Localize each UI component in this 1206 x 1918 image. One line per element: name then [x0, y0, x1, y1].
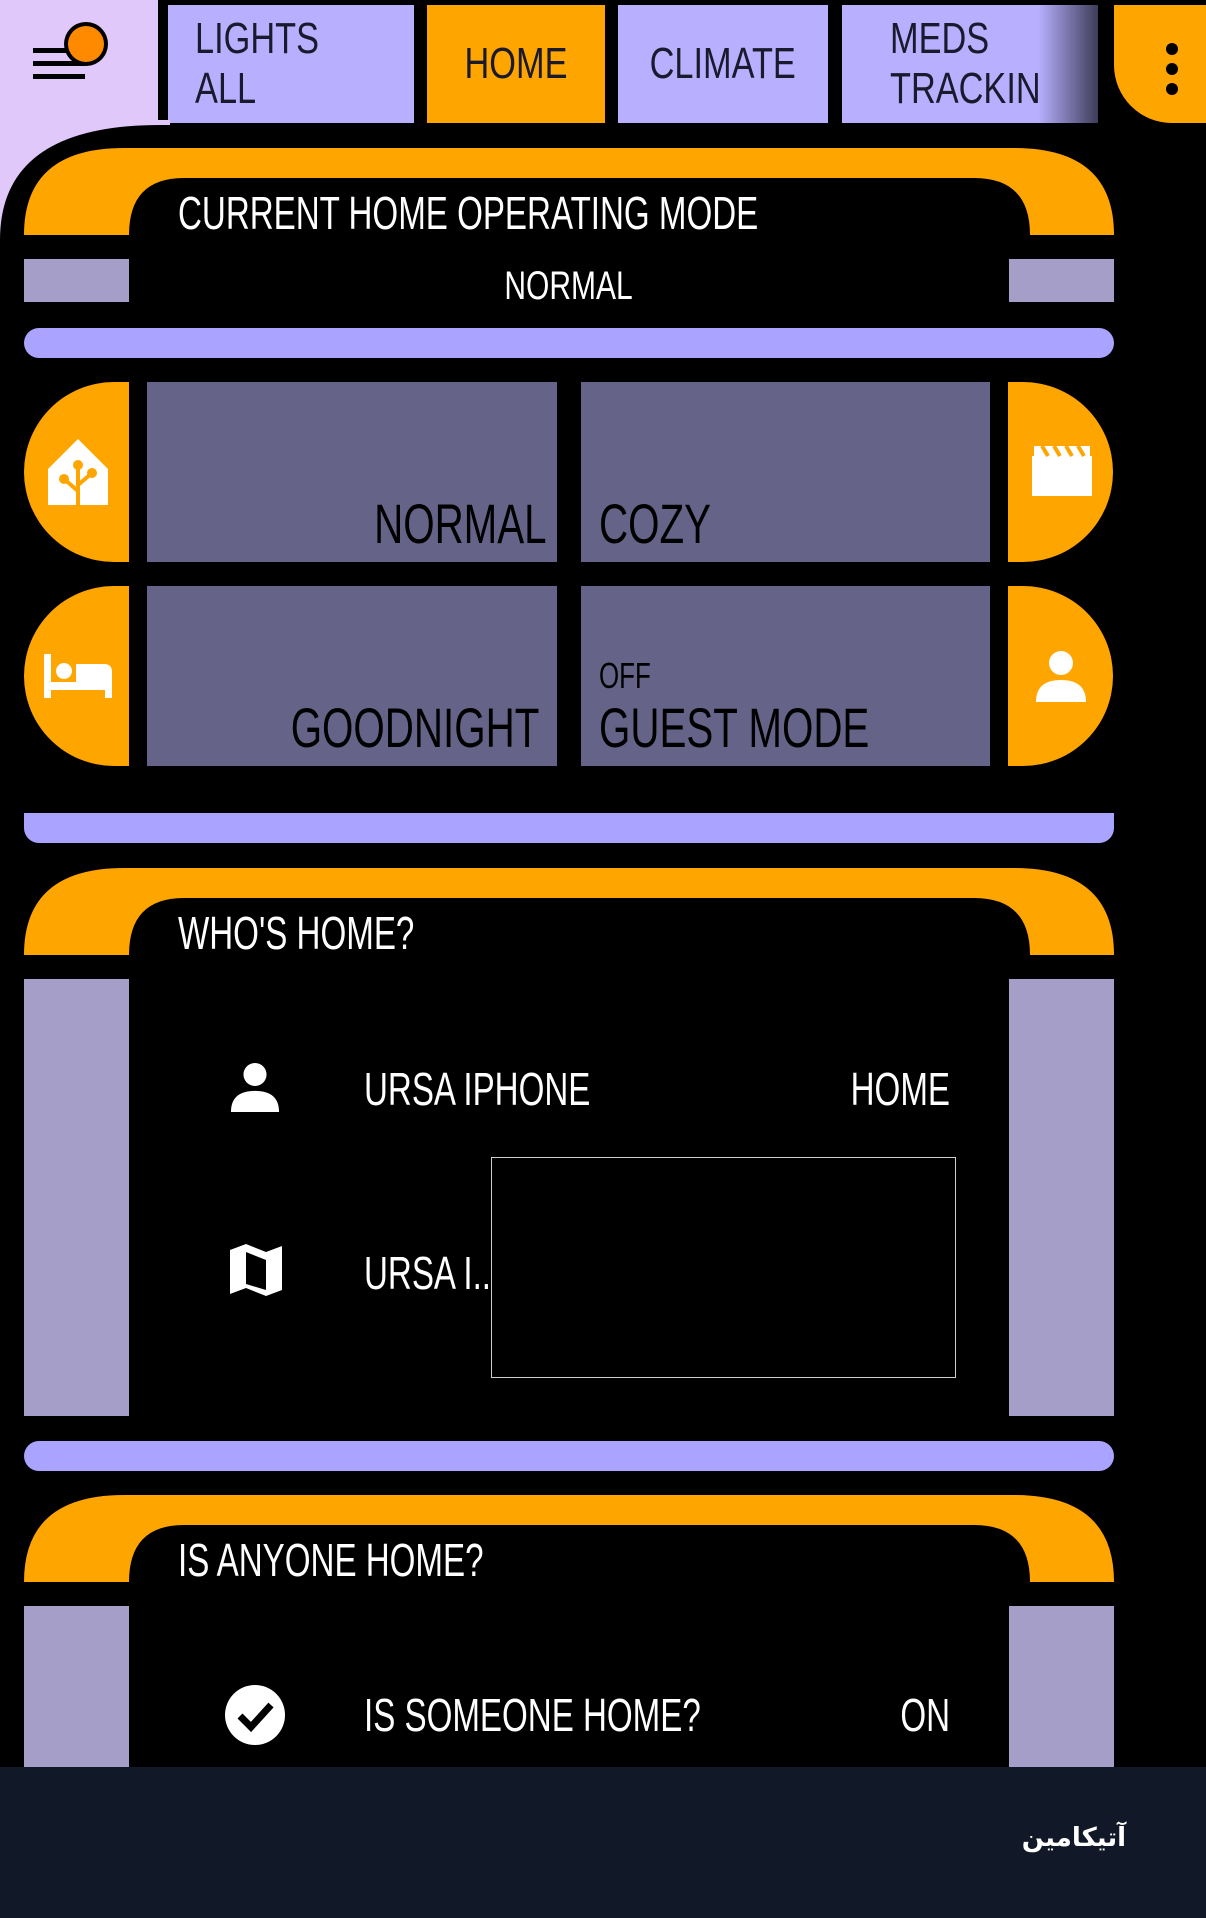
tab-label: HOME — [464, 39, 568, 88]
home-assistant-icon — [48, 439, 108, 505]
mode-card-frame — [24, 148, 1114, 358]
guest-mode-label: GUEST MODE — [599, 696, 870, 759]
normal-mode-icon-button[interactable] — [24, 382, 129, 562]
more-vert-icon — [1166, 43, 1178, 95]
someone-home-state: ON — [900, 1689, 950, 1741]
mode-card-title: CURRENT HOME OPERATING MODE — [178, 187, 759, 239]
map-icon — [230, 1244, 282, 1296]
guest-mode-state: OFF — [599, 655, 651, 696]
mode-grid-divider — [24, 813, 1114, 843]
tab-label: CLIMATE — [649, 39, 797, 88]
tab-label: MEDS TRACKIN — [890, 14, 1041, 113]
anyone-home-title: IS ANYONE HOME? — [178, 1534, 484, 1586]
tab-label: LIGHTS ALL — [195, 14, 320, 113]
cozy-mode-label: COZY — [599, 492, 712, 555]
mode-current-value: NORMAL — [504, 264, 633, 308]
normal-mode-button[interactable]: NORMAL — [147, 382, 557, 562]
guest-mode-icon-button[interactable] — [1008, 586, 1113, 766]
person-state: HOME — [850, 1063, 950, 1115]
someone-home-row[interactable]: IS SOMEONE HOME? ON — [210, 1676, 980, 1756]
map-row[interactable]: URSA I... — [210, 1150, 980, 1380]
map-entity-name: URSA I... — [364, 1247, 501, 1299]
check-circle-icon — [225, 1685, 285, 1745]
person-row[interactable]: URSA IPHONE HOME — [210, 1050, 980, 1130]
guest-mode-button[interactable]: OFF GUEST MODE — [581, 586, 990, 766]
goodnight-mode-label: GOODNIGHT — [290, 696, 539, 759]
watermark-logo: آتیکامین — [1021, 1823, 1126, 1853]
tab-meds-tracking[interactable]: MEDS TRACKIN — [842, 5, 1098, 123]
tab-climate[interactable]: CLIMATE — [618, 5, 828, 123]
account-icon — [230, 1062, 280, 1112]
whos-home-title: WHO'S HOME? — [178, 907, 415, 959]
normal-mode-label: NORMAL — [374, 492, 547, 555]
tab-home[interactable]: HOME — [427, 5, 605, 123]
account-icon — [1036, 651, 1086, 702]
cozy-mode-button[interactable]: COZY — [581, 382, 990, 562]
goodnight-mode-button[interactable]: GOODNIGHT — [147, 586, 557, 766]
bed-icon — [44, 654, 112, 698]
cozy-mode-icon-button[interactable] — [1008, 382, 1113, 562]
hamburger-dot-icon — [33, 22, 108, 79]
goodnight-mode-icon-button[interactable] — [24, 586, 129, 766]
menu-button[interactable] — [28, 14, 118, 90]
map-view[interactable] — [491, 1157, 956, 1378]
tab-lights-all[interactable]: LIGHTS ALL — [168, 5, 414, 123]
movie-clapper-icon — [1032, 444, 1092, 496]
someone-home-name: IS SOMEONE HOME? — [364, 1689, 701, 1741]
overflow-menu-button[interactable] — [1114, 5, 1206, 123]
footer-bar: آتیکامین — [0, 1767, 1206, 1918]
person-name: URSA IPHONE — [364, 1063, 591, 1115]
